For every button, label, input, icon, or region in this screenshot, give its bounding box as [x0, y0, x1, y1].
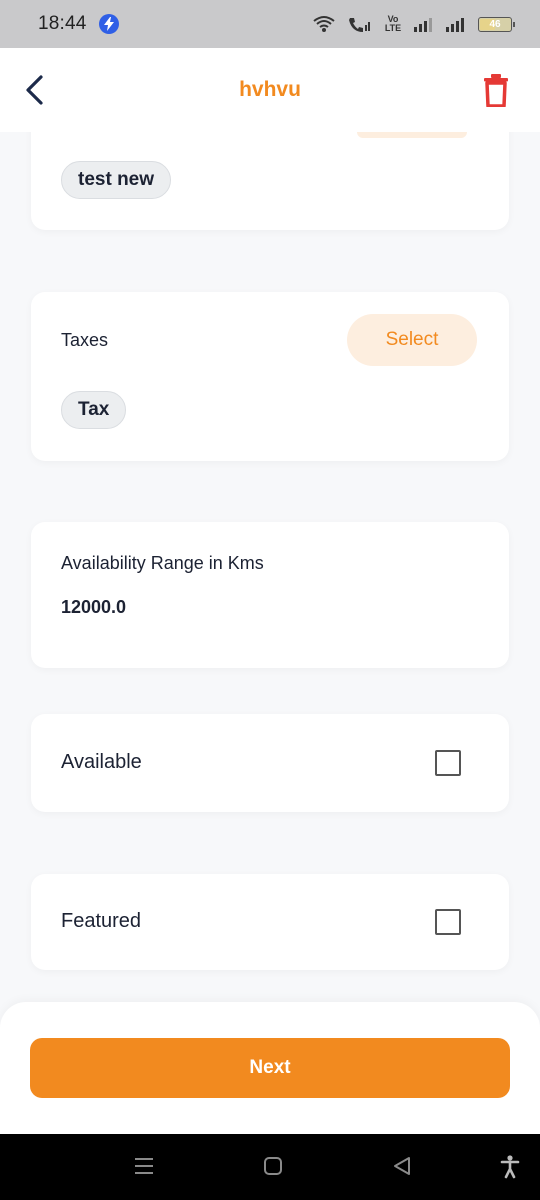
accessibility-icon[interactable]: [500, 1155, 520, 1179]
volte-icon: Vo LTE: [384, 14, 402, 33]
availability-range-value: 12000.0: [61, 597, 127, 617]
back-triangle-icon[interactable]: [392, 1155, 412, 1177]
available-label: Available: [61, 751, 142, 773]
taxes-select-button[interactable]: Select: [347, 314, 477, 366]
taxes-card: Taxes Select Tax: [31, 292, 509, 461]
recents-icon[interactable]: [134, 1155, 154, 1177]
availability-range-card: Availability Range in Kms 12000.0: [31, 522, 509, 668]
signal-icon: [414, 16, 436, 32]
status-icons: Vo LTE 46: [312, 14, 515, 33]
addon-chip: test new: [61, 161, 172, 199]
available-card: Available: [31, 714, 509, 812]
status-bar: 18:44 Vo LTE 46: [0, 0, 540, 48]
signal-icon-2: [446, 16, 468, 32]
featured-checkbox[interactable]: [435, 909, 461, 935]
battery-icon: 46: [478, 16, 515, 32]
system-nav-bar: [0, 1134, 540, 1200]
home-icon[interactable]: [263, 1155, 283, 1177]
form-scroll-area[interactable]: test new Taxes Select Tax Availability R…: [0, 132, 540, 1002]
status-time: 18:44: [38, 13, 87, 34]
wifi-calling-icon: [346, 15, 372, 33]
availability-range-label: Availability Range in Kms: [61, 553, 264, 573]
featured-label: Featured: [61, 910, 142, 932]
available-checkbox[interactable]: [435, 750, 461, 776]
bottom-action-bar: Next: [0, 1002, 540, 1134]
wifi-icon: [312, 15, 336, 33]
select-button-peek[interactable]: [357, 132, 467, 138]
tax-chip: Tax: [61, 391, 127, 429]
featured-card: Featured: [31, 874, 509, 970]
trash-icon[interactable]: [482, 72, 510, 108]
app-bar: hvhvu: [0, 48, 540, 132]
addons-card: test new: [31, 132, 509, 230]
next-button[interactable]: Next: [30, 1038, 510, 1098]
battery-level: 46: [489, 18, 501, 30]
page-title: hvhvu: [239, 78, 301, 101]
taxes-label: Taxes: [61, 330, 109, 350]
bolt-icon: [98, 14, 119, 34]
chevron-left-icon[interactable]: [20, 72, 48, 108]
